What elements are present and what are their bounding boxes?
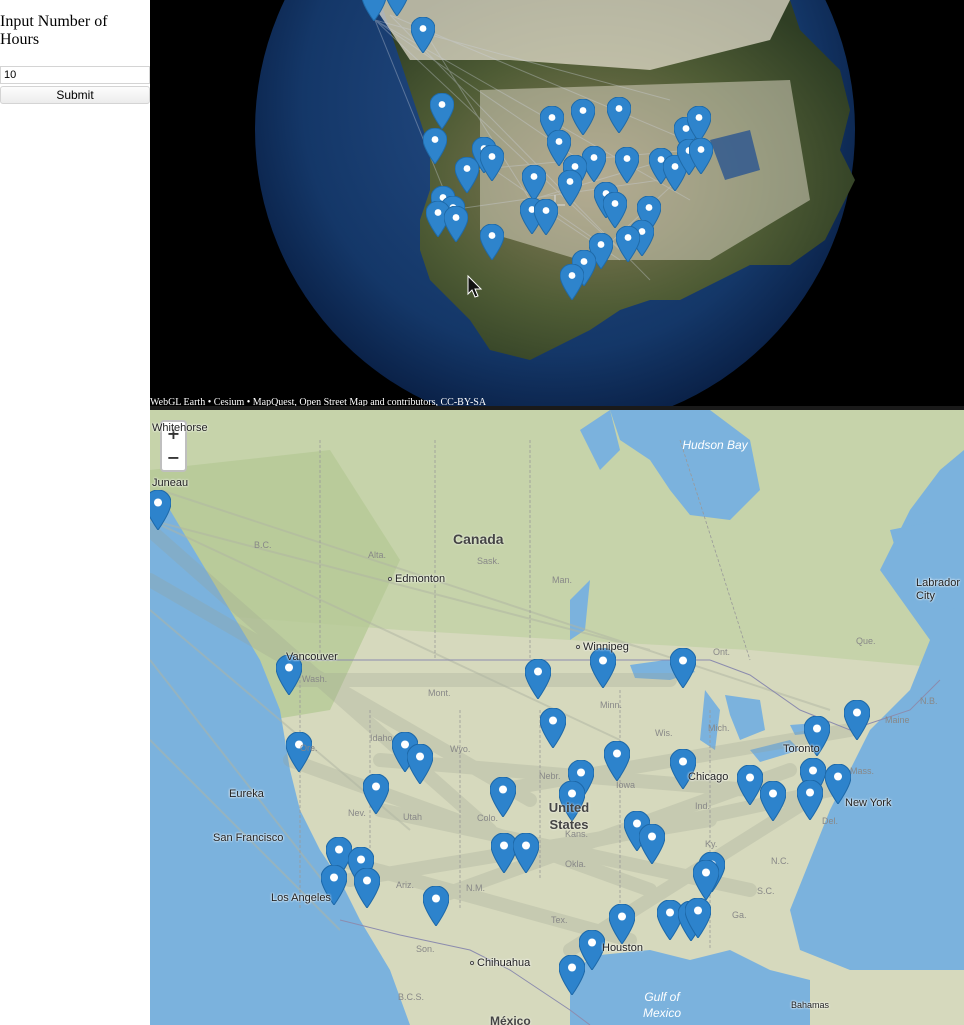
map-canvas[interactable] <box>150 410 964 1025</box>
hours-label: Input Number of Hours <box>0 13 108 48</box>
country-label-mexico: México <box>490 1014 531 1025</box>
province-label: Que. <box>856 636 876 646</box>
water-label-hudson-bay: Hudson Bay <box>682 438 748 452</box>
country-label-canada: Canada <box>453 531 504 547</box>
submit-button[interactable]: Submit <box>0 86 150 104</box>
province-label: Mich. <box>708 723 730 733</box>
city-dot-icon <box>388 577 392 582</box>
province-label: Idaho <box>370 733 393 743</box>
province-label: Maine <box>885 715 910 725</box>
city-label-edmonton: Edmonton <box>388 573 445 585</box>
city-label-juneau: Juneau <box>152 477 189 489</box>
city-label-new-york: New York <box>845 797 892 809</box>
city-label-eureka: Eureka <box>229 788 264 800</box>
province-label: Kans. <box>565 829 589 839</box>
province-label: Nev. <box>348 808 366 818</box>
country-label-united-states: United States <box>548 800 590 832</box>
city-label-labrador-city: Labrador City <box>916 577 961 602</box>
province-label: Wis. <box>655 728 673 738</box>
province-label: N.B. <box>920 696 938 706</box>
province-label: Wash. <box>302 674 328 684</box>
province-label: Tex. <box>551 915 568 925</box>
city-label-chicago: Chicago <box>688 771 729 783</box>
water-label-gulf-of-mexico: Gulf of Mexico <box>642 990 681 1020</box>
globe-canvas[interactable] <box>150 0 964 408</box>
city-label-chihuahua: Chihuahua <box>470 957 530 969</box>
city-dot-icon <box>576 645 580 650</box>
province-label: Minn. <box>600 700 623 710</box>
city-label-san-francisco: San Francisco <box>213 832 284 844</box>
province-label: Ind. <box>695 801 711 811</box>
province-label: Okla. <box>565 859 587 869</box>
city-name: Chihuahua <box>477 957 531 969</box>
province-label: Ont. <box>713 647 731 657</box>
flat-map[interactable]: + − Whitehorse Juneau Canada Edmonton Va… <box>150 410 964 1025</box>
province-label: Alta. <box>368 550 387 560</box>
hours-input[interactable] <box>0 66 150 84</box>
province-label: Iowa <box>616 780 636 790</box>
province-label: Mass. <box>850 766 875 776</box>
province-label: B.C. <box>254 540 272 550</box>
city-label-bahamas: Bahamas <box>791 1000 830 1010</box>
city-label-whitehorse: Whitehorse <box>152 422 208 434</box>
city-label-winnipeg: Winnipeg <box>576 641 629 653</box>
province-label: Man. <box>552 575 573 585</box>
province-label: Nebr. <box>539 771 561 781</box>
province-label: N.C. <box>771 856 789 866</box>
province-label: N.M. <box>466 883 485 893</box>
province-label: Del. <box>822 816 839 826</box>
province-label: S.C. <box>757 886 775 896</box>
province-label: Ky. <box>705 839 718 849</box>
province-label: Colo. <box>477 813 499 823</box>
city-name: Edmonton <box>395 573 446 585</box>
province-label: Ariz. <box>396 880 414 890</box>
control-panel: Input Number of Hours Submit <box>0 0 150 1025</box>
city-label-toronto: Toronto <box>783 743 820 755</box>
province-label: Ga. <box>732 910 747 920</box>
city-label-vancouver: Vancouver <box>286 651 338 663</box>
city-dot-icon <box>470 961 474 966</box>
city-label-houston: Houston <box>602 942 643 954</box>
province-label: Sask. <box>477 556 500 566</box>
province-label: Wyo. <box>450 744 471 754</box>
province-label: Mont. <box>428 688 451 698</box>
city-label-los-angeles: Los Angeles <box>271 892 331 904</box>
globe-view[interactable]: WebGL Earth • Cesium • MapQuest, Open St… <box>150 0 964 408</box>
province-label: Utah <box>403 812 423 822</box>
province-label: Son. <box>416 944 435 954</box>
zoom-out-button[interactable]: − <box>160 446 187 472</box>
city-name: Winnipeg <box>583 641 629 653</box>
province-label: B.C.S. <box>398 992 425 1002</box>
province-label: Ore. <box>300 743 318 753</box>
